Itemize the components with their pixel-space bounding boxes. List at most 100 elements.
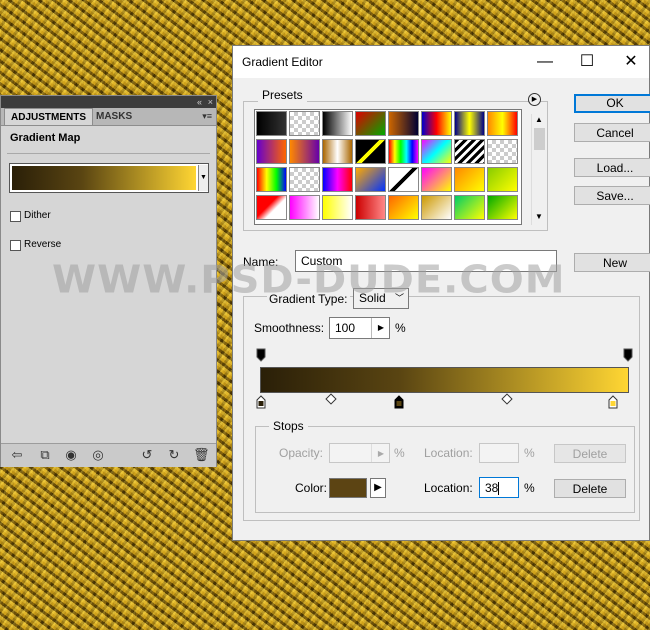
view-previous-icon[interactable]: ↺ <box>139 447 155 463</box>
opacity-stop-left[interactable] <box>256 348 266 362</box>
delete-opacity-stop-button: Delete <box>554 444 626 463</box>
preset-swatch[interactable] <box>289 139 320 164</box>
preset-swatch[interactable] <box>388 167 419 192</box>
preset-swatch[interactable] <box>289 167 320 192</box>
opacity-location-unit: % <box>524 446 535 460</box>
preset-swatch[interactable] <box>421 167 452 192</box>
opacity-location-label: Location: <box>424 446 473 460</box>
color-location-input[interactable]: 38 <box>479 477 519 498</box>
ok-button[interactable]: OK <box>574 94 650 113</box>
preset-swatch[interactable] <box>454 111 485 136</box>
preset-swatch[interactable] <box>355 111 386 136</box>
color-stop-right[interactable] <box>608 395 618 409</box>
reset-icon[interactable]: ↻ <box>166 447 182 463</box>
close-icon[interactable]: × <box>208 96 213 108</box>
opacity-stop-right[interactable] <box>623 348 633 362</box>
text-cursor <box>498 482 500 496</box>
new-button[interactable]: New <box>574 253 650 272</box>
preset-swatch[interactable] <box>289 195 320 220</box>
color-menu-arrow-icon[interactable]: ▶ <box>370 478 386 498</box>
panel-tabs: ADJUSTMENTS MASKS ▾≡ <box>1 108 216 126</box>
color-location-unit: % <box>524 481 535 495</box>
preset-swatch[interactable] <box>487 195 518 220</box>
preset-swatch[interactable] <box>487 167 518 192</box>
preset-swatch[interactable] <box>322 139 353 164</box>
panel-bottom-toolbar: ⇦ ⧉ ◉ ◎ ↺ ↻ 🗑 <box>1 443 216 467</box>
divider <box>7 153 210 154</box>
preset-swatch[interactable] <box>421 111 452 136</box>
back-arrow-icon[interactable]: ⇦ <box>9 447 25 463</box>
gradient-bar[interactable] <box>260 367 629 393</box>
preset-swatch-grid <box>254 109 522 225</box>
panel-menu-icon[interactable]: ▾≡ <box>202 109 212 124</box>
presets-label: Presets <box>258 88 307 102</box>
preset-swatch[interactable] <box>322 167 353 192</box>
preset-swatch[interactable] <box>421 195 452 220</box>
delete-color-stop-button[interactable]: Delete <box>554 479 626 498</box>
color-stop-left[interactable] <box>256 395 266 409</box>
smoothness-label: Smoothness: <box>254 321 325 335</box>
scroll-up-icon[interactable]: ▲ <box>535 115 543 124</box>
smoothness-arrow-icon[interactable]: ▶ <box>371 318 390 338</box>
preset-swatch[interactable] <box>355 139 386 164</box>
smoothness-value: 100 <box>335 321 356 335</box>
dither-label: Dither <box>24 210 51 221</box>
preset-swatch[interactable] <box>487 111 518 136</box>
reverse-checkbox[interactable] <box>10 240 21 251</box>
gradient-preview-strip[interactable] <box>12 166 196 190</box>
gradient-dropdown-arrow[interactable]: ▼ <box>198 165 208 191</box>
dither-checkbox[interactable] <box>10 211 21 222</box>
load-button[interactable]: Load... <box>574 158 650 177</box>
preset-swatch[interactable] <box>256 139 287 164</box>
save-button[interactable]: Save... <box>574 186 650 205</box>
color-label: Color: <box>295 481 328 495</box>
gradient-map-preview[interactable]: ▼ <box>9 163 209 193</box>
presets-menu-icon[interactable]: ▶ <box>528 93 541 106</box>
preset-swatch[interactable] <box>388 111 419 136</box>
scroll-down-icon[interactable]: ▼ <box>535 212 543 221</box>
color-location-value: 38 <box>485 481 499 495</box>
preset-swatch[interactable] <box>454 167 485 192</box>
opacity-input: ▶ <box>329 443 390 463</box>
stops-group <box>255 426 635 513</box>
stops-label: Stops <box>269 419 308 433</box>
preset-swatch[interactable] <box>322 195 353 220</box>
preset-swatch[interactable] <box>454 139 485 164</box>
tab-adjustments[interactable]: ADJUSTMENTS <box>4 108 94 125</box>
opacity-unit: % <box>394 446 405 460</box>
preset-swatch[interactable] <box>355 167 386 192</box>
stop-color-swatch[interactable] <box>329 478 367 498</box>
preset-swatch[interactable] <box>388 195 419 220</box>
watermark-text: WWW.PSD-DUDE.COM <box>52 258 566 302</box>
preset-swatch[interactable] <box>256 111 287 136</box>
opacity-arrow-icon: ▶ <box>371 444 390 462</box>
preset-swatch[interactable] <box>256 195 287 220</box>
dialog-titlebar[interactable]: Gradient Editor — ☐ ✕ <box>233 46 649 78</box>
preset-swatch[interactable] <box>289 111 320 136</box>
preset-swatch[interactable] <box>322 111 353 136</box>
preset-swatch[interactable] <box>256 167 287 192</box>
eye-icon[interactable]: ◎ <box>90 447 106 463</box>
collapse-icon[interactable]: « <box>197 96 202 108</box>
dialog-title: Gradient Editor <box>242 55 323 69</box>
preset-swatch[interactable] <box>454 195 485 220</box>
tab-masks[interactable]: MASKS <box>90 108 138 125</box>
preset-swatch[interactable] <box>355 195 386 220</box>
preset-swatch[interactable] <box>421 139 452 164</box>
trash-icon[interactable]: 🗑 <box>193 447 210 463</box>
preset-swatch[interactable] <box>388 139 419 164</box>
layer-mask-icon[interactable]: ◉ <box>63 447 79 463</box>
minimize-icon[interactable]: — <box>525 50 565 74</box>
scroll-thumb[interactable] <box>534 128 545 150</box>
clip-to-layer-icon[interactable]: ⧉ <box>37 447 53 463</box>
maximize-icon[interactable]: ☐ <box>567 50 607 74</box>
adjustment-title: Gradient Map <box>10 132 81 144</box>
panel-topbar[interactable]: « × <box>1 96 216 108</box>
opacity-label: Opacity: <box>279 446 324 460</box>
color-stop-selected[interactable] <box>394 395 404 409</box>
preset-swatch[interactable] <box>487 139 518 164</box>
close-icon[interactable]: ✕ <box>611 50 650 74</box>
cancel-button[interactable]: Cancel <box>574 123 650 142</box>
presets-scrollbar[interactable]: ▲ ▼ <box>531 114 547 225</box>
smoothness-input[interactable]: 100 ▶ <box>329 317 390 339</box>
